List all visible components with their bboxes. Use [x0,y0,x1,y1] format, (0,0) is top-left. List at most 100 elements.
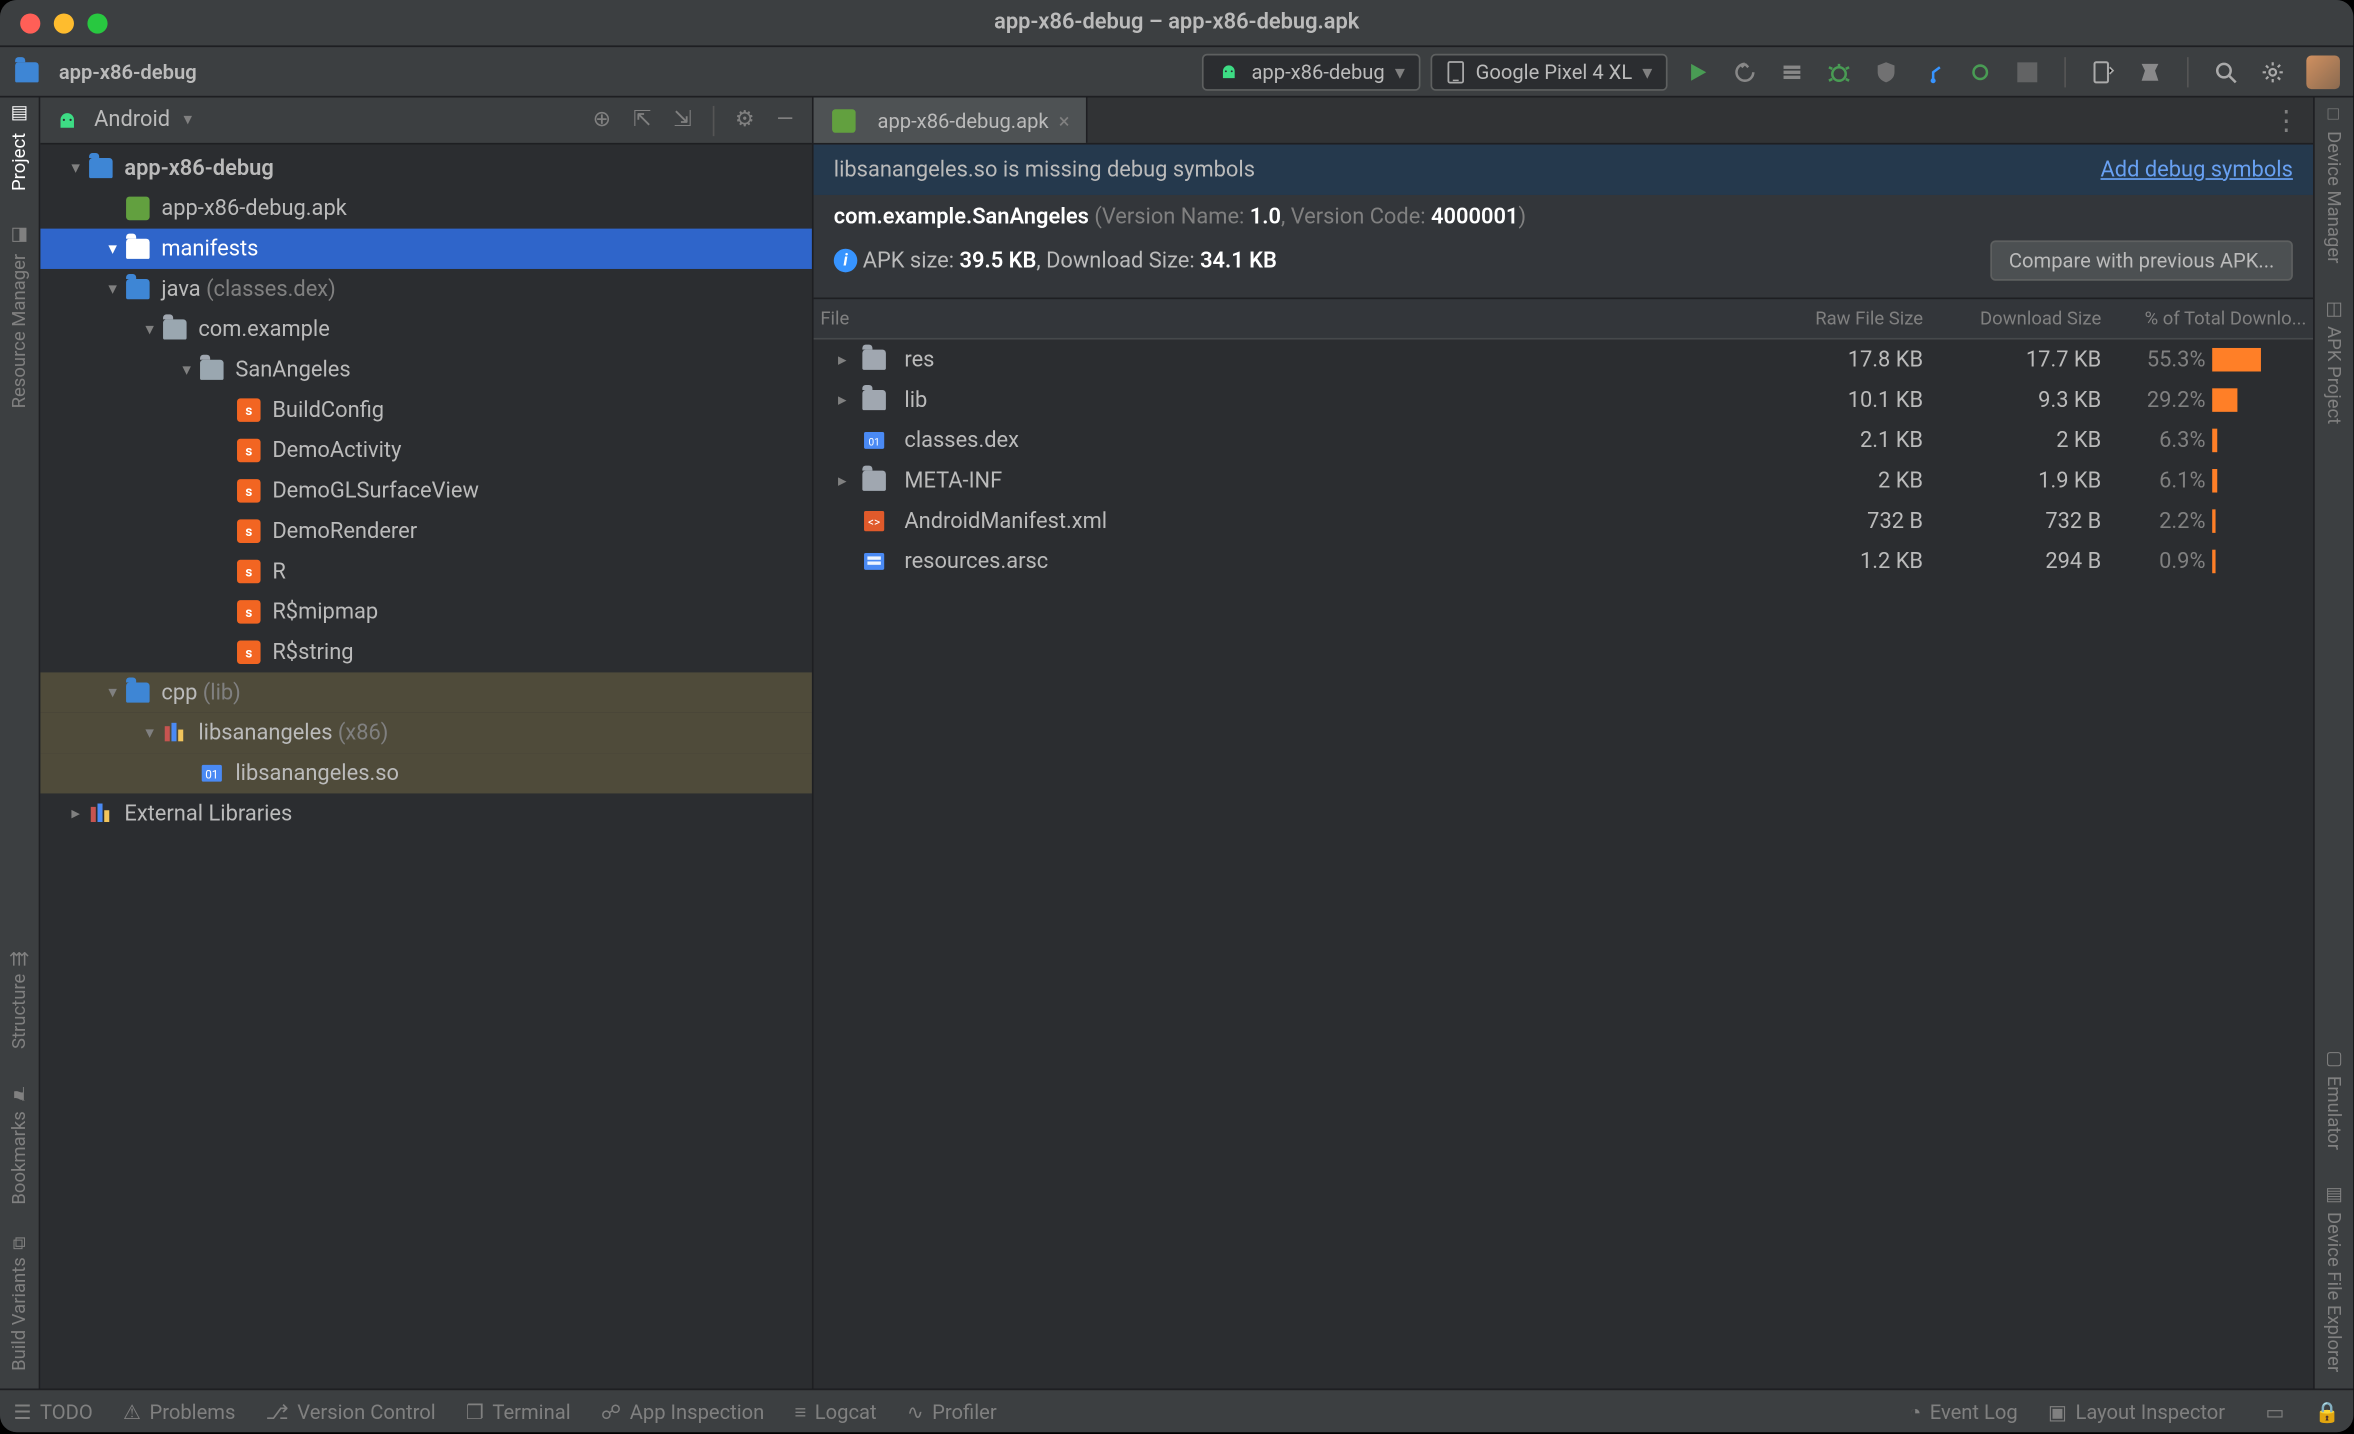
tree-node[interactable]: ▾libsanangeles (x86) [40,713,812,753]
logcat-icon: ≡ [795,1399,807,1423]
expand-chevron[interactable]: ▸ [64,804,88,822]
project-tree[interactable]: ▾app-x86-debugapp-x86-debug.apk▾manifest… [40,145,812,1389]
table-row[interactable]: <>AndroidManifest.xml732 B732 B2.2% [814,501,2313,541]
view-selector-label[interactable]: Android [94,108,170,133]
tool-profiler[interactable]: ∿Profiler [907,1399,997,1423]
breadcrumb[interactable]: app-x86-debug [13,58,196,85]
expand-chevron[interactable]: ▾ [101,280,125,298]
minimize-window-button[interactable] [54,13,74,33]
tool-todo[interactable]: ☰TODO [13,1399,92,1423]
search-button[interactable] [2212,58,2239,85]
col-pct[interactable]: % of Total Downlo... [2111,308,2313,330]
expand-chevron[interactable]: ▾ [101,683,125,701]
table-row[interactable]: resources.arsc1.2 KB294 B0.9% [814,541,2313,581]
apply-changes-button[interactable] [1731,58,1758,85]
tree-node[interactable]: sR [40,551,812,591]
tool-device-file-explorer[interactable]: ▤Device File Explorer [2323,1183,2345,1372]
chevron-down-icon: ▾ [1642,60,1652,84]
tool-build-variants[interactable]: Build Variants⧉ [8,1238,30,1372]
coverage-button[interactable] [1873,58,1900,85]
minimize-icon[interactable]: — [772,107,799,134]
col-file[interactable]: File [814,308,1675,330]
tool-bookmarks[interactable]: Bookmarks⚑ [8,1082,30,1204]
tree-node[interactable]: ▾com.example [40,309,812,349]
tool-problems[interactable]: ⚠Problems [123,1399,235,1423]
sync-button[interactable] [2089,58,2116,85]
expand-chevron[interactable]: ▾ [101,240,125,258]
tool-structure[interactable]: Structure⇶ [8,951,30,1049]
profiler-button[interactable] [1920,58,1947,85]
tool-project[interactable]: Project▤ [8,104,30,191]
table-row[interactable]: ▸META-INF2 KB1.9 KB6.1% [814,461,2313,501]
editor-tab[interactable]: app-x86-debug.apk × [814,97,1088,142]
right-tool-strip: □Device Manager ◫APK Project ▢Emulator ▤… [2313,97,2353,1388]
expand-chevron[interactable]: ▾ [64,159,88,177]
tool-vcs[interactable]: ⎇Version Control [266,1399,436,1423]
tab-more-button[interactable]: ⋮ [2259,97,2313,142]
tool-device-manager[interactable]: □Device Manager [2323,104,2345,263]
gear-icon[interactable]: ⚙ [731,107,758,134]
compare-apk-button[interactable]: Compare with previous APK... [1990,240,2293,280]
expand-chevron[interactable]: ▾ [138,724,162,742]
tree-node[interactable]: sDemoGLSurfaceView [40,471,812,511]
avd-button[interactable] [2137,58,2164,85]
status-corner[interactable]: ▭ [2265,1399,2284,1423]
tree-node[interactable]: ▾app-x86-debug [40,148,812,188]
close-tab-button[interactable]: × [1059,108,1070,132]
settings-button[interactable] [2259,58,2286,85]
tool-apk-project[interactable]: ◫APK Project [2323,297,2345,424]
tree-node[interactable]: sDemoRenderer [40,511,812,551]
tree-node[interactable]: ▾cpp (lib) [40,672,812,712]
table-row[interactable]: ▸lib10.1 KB9.3 KB29.2% [814,380,2313,420]
tree-icon [161,316,188,343]
titlebar: app-x86-debug – app-x86-debug.apk [0,0,2353,47]
expand-chevron[interactable]: ▾ [175,361,199,379]
tree-node[interactable]: app-x86-debug.apk [40,188,812,228]
expand-chevron[interactable]: ▸ [830,472,854,490]
expand-icon[interactable]: ⇱ [629,107,656,134]
activity-restart-button[interactable] [1778,58,1805,85]
tree-node[interactable]: 01libsanangeles.so [40,753,812,793]
table-row[interactable]: ▸res17.8 KB17.7 KB55.3% [814,340,2313,380]
info-icon: i [834,249,858,273]
tool-logcat[interactable]: ≡Logcat [795,1399,877,1423]
col-raw[interactable]: Raw File Size [1674,308,1943,330]
tree-node[interactable]: ▾SanAngeles [40,350,812,390]
expand-chevron[interactable]: ▸ [830,391,854,409]
lock-icon[interactable]: 🔒 [2315,1399,2340,1423]
download-size: 17.7 KB [1943,347,2111,372]
collapse-icon[interactable]: ⇲ [669,107,696,134]
tree-node[interactable]: ▾java (classes.dex) [40,269,812,309]
expand-chevron[interactable]: ▾ [138,320,162,338]
close-window-button[interactable] [20,13,40,33]
raw-size: 2.1 KB [1674,428,1943,453]
run-config-selector[interactable]: app-x86-debug ▾ [1203,53,1420,90]
tree-node[interactable]: sBuildConfig [40,390,812,430]
debug-button[interactable] [1826,58,1853,85]
maximize-window-button[interactable] [87,13,107,33]
tree-node[interactable]: ▸External Libraries [40,793,812,833]
user-avatar[interactable] [2306,55,2340,89]
tree-node[interactable]: sR$mipmap [40,592,812,632]
tree-node[interactable]: sR$string [40,632,812,672]
attach-debugger-button[interactable] [1967,58,1994,85]
tool-layout-inspector[interactable]: ▣Layout Inspector [2048,1399,2225,1423]
project-icon: ▤ [8,104,30,126]
expand-chevron[interactable]: ▸ [830,350,854,368]
tree-node[interactable]: sDemoActivity [40,430,812,470]
col-dl[interactable]: Download Size [1943,308,2111,330]
device-selector[interactable]: Google Pixel 4 XL ▾ [1430,53,1667,90]
tool-terminal[interactable]: ❐Terminal [466,1399,571,1423]
tool-app-inspection[interactable]: ☍App Inspection [601,1399,764,1423]
stop-button[interactable] [2014,58,2041,85]
tree-node[interactable]: ▾manifests [40,229,812,269]
add-debug-symbols-link[interactable]: Add debug symbols [2101,157,2293,182]
run-button[interactable] [1684,58,1711,85]
pct-value: 2.2% [2111,509,2212,534]
target-icon[interactable]: ⊕ [588,107,615,134]
tool-resource-manager[interactable]: Resource Manager◧ [8,225,30,408]
pct-value: 0.9% [2111,549,2212,574]
tool-emulator[interactable]: ▢Emulator [2323,1047,2345,1150]
table-row[interactable]: 01classes.dex2.1 KB2 KB6.3% [814,420,2313,460]
tool-event-log[interactable]: ◔Event Log [1909,1399,2018,1423]
